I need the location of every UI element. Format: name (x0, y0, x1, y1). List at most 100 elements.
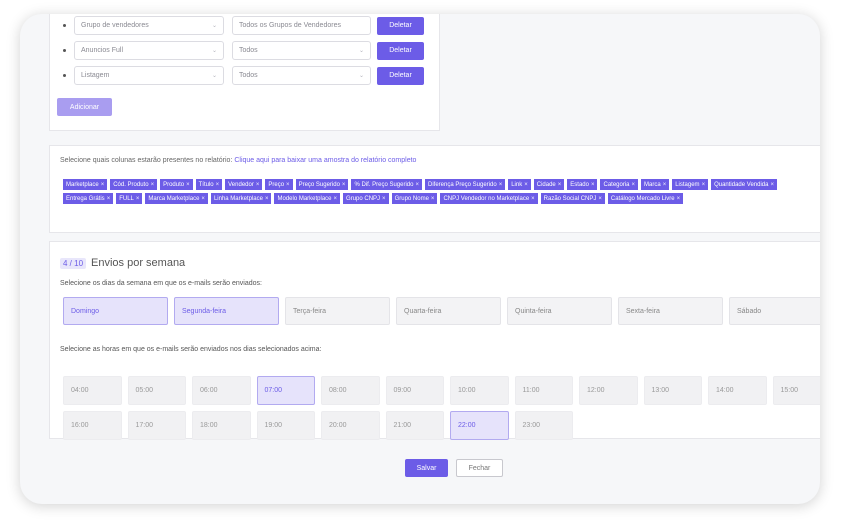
column-tag-label: Marca Marketplace (148, 195, 200, 202)
day-option[interactable]: Segunda-feira (174, 297, 279, 325)
day-option[interactable]: Terça-feira (285, 297, 390, 325)
filter-value-select[interactable]: Todos ⌄ (232, 66, 371, 85)
hour-option[interactable]: 11:00 (514, 376, 573, 405)
hour-option[interactable]: 16:00 (63, 411, 122, 440)
column-tag: Razão Social CNPJ × (540, 193, 605, 204)
remove-tag-icon[interactable]: × (531, 196, 535, 202)
filter-field-value: Anuncios Full (81, 47, 124, 54)
hour-option[interactable]: 07:00 (256, 376, 315, 405)
hour-option[interactable]: 14:00 (708, 376, 767, 405)
column-tag-label: Título (198, 181, 214, 188)
hour-option[interactable]: 04:00 (63, 376, 122, 405)
column-tag-label: Grupo Nome (394, 195, 429, 202)
filter-field-select[interactable]: Grupo de vendedores ⌄ (74, 16, 224, 35)
remove-tag-icon[interactable]: × (286, 182, 290, 188)
column-tag-label: % Dif. Preço Sugerido (354, 181, 414, 188)
hour-option[interactable]: 12:00 (579, 376, 638, 405)
hour-option[interactable]: 19:00 (256, 411, 315, 440)
hour-option[interactable]: 21:00 (385, 411, 444, 440)
hour-option[interactable]: 05:00 (127, 376, 186, 405)
remove-tag-icon[interactable]: × (499, 182, 503, 188)
remove-tag-icon[interactable]: × (632, 182, 636, 188)
column-tag: Modelo Marketplace × (274, 193, 341, 204)
remove-tag-icon[interactable]: × (558, 182, 562, 188)
column-tag: Grupo Nome × (391, 193, 438, 204)
filter-field-value: Grupo de vendedores (81, 22, 149, 29)
filter-field-select[interactable]: Anuncios Full ⌄ (74, 41, 224, 60)
remove-tag-icon[interactable]: × (415, 182, 419, 188)
day-option[interactable]: Sexta-feira (618, 297, 723, 325)
remove-tag-icon[interactable]: × (342, 182, 346, 188)
remove-tag-icon[interactable]: × (663, 182, 667, 188)
columns-instructions: Selecione quais colunas estarão presente… (60, 157, 416, 164)
column-tag: Vendedor × (225, 179, 263, 190)
column-tag: FULL × (116, 193, 143, 204)
column-tag: Listagem × (672, 179, 709, 190)
column-tag: Entrega Grátis × (63, 193, 114, 204)
remove-tag-icon[interactable]: × (201, 196, 205, 202)
column-tag-label: Quantidade Vendida (714, 181, 769, 188)
hour-option[interactable]: 06:00 (192, 376, 251, 405)
bullet (63, 49, 66, 52)
hour-option[interactable]: 08:00 (321, 376, 380, 405)
remove-tag-icon[interactable]: × (677, 196, 681, 202)
remove-tag-icon[interactable]: × (382, 196, 386, 202)
column-tag-label: Marketplace (66, 181, 99, 188)
column-tag: Marca Marketplace × (145, 193, 208, 204)
day-option[interactable]: Domingo (63, 297, 168, 325)
remove-tag-icon[interactable]: × (591, 182, 595, 188)
sends-count-badge: 4 / 10 (60, 257, 87, 269)
day-option[interactable]: Sábado (729, 297, 820, 325)
remove-tag-icon[interactable]: × (334, 196, 338, 202)
filter-row: Anuncios Full ⌄ Todos ⌄ Deletar (60, 41, 424, 60)
remove-tag-icon[interactable]: × (151, 182, 155, 188)
footer-actions: Salvar Fechar (405, 459, 503, 477)
filter-field-select[interactable]: Listagem ⌄ (74, 66, 224, 85)
remove-tag-icon[interactable]: × (431, 196, 435, 202)
column-tag: Link × (508, 179, 531, 190)
delete-filter-button[interactable]: Deletar (377, 41, 424, 60)
close-button[interactable]: Fechar (456, 459, 503, 477)
remove-tag-icon[interactable]: × (101, 182, 105, 188)
chevron-down-icon: ⌄ (358, 48, 364, 54)
save-button[interactable]: Salvar (405, 459, 448, 477)
remove-tag-icon[interactable]: × (702, 182, 706, 188)
remove-tag-icon[interactable]: × (598, 196, 602, 202)
day-option[interactable]: Quarta-feira (396, 297, 501, 325)
remove-tag-icon[interactable]: × (265, 196, 269, 202)
hour-option[interactable]: 22:00 (450, 411, 509, 440)
column-tag: Preço × (265, 179, 293, 190)
column-tag-label: Cidade (536, 181, 556, 188)
hour-option[interactable]: 09:00 (385, 376, 444, 405)
column-tag: Quantidade Vendida × (711, 179, 777, 190)
hours-selector: 04:00 05:00 06:00 07:00 08:00 09:00 10:00 11:00… (63, 376, 820, 440)
column-tag-label: Grupo CNPJ (346, 195, 381, 202)
column-tag: Grupo CNPJ × (343, 193, 389, 204)
column-tag-label: FULL (119, 195, 134, 202)
hour-option[interactable]: 20:00 (321, 411, 380, 440)
hour-option[interactable]: 23:00 (514, 411, 573, 440)
column-tag-label: Listagem (675, 181, 700, 188)
add-filter-button[interactable]: Adicionar (57, 98, 112, 116)
remove-tag-icon[interactable]: × (136, 196, 140, 202)
remove-tag-icon[interactable]: × (524, 182, 528, 188)
hour-option[interactable]: 13:00 (643, 376, 702, 405)
hour-option[interactable]: 18:00 (192, 411, 251, 440)
hour-option[interactable]: 17:00 (127, 411, 186, 440)
filter-value-select[interactable]: Todos ⌄ (232, 41, 371, 60)
delete-filter-button[interactable]: Deletar (377, 66, 424, 85)
filter-row: Listagem ⌄ Todos ⌄ Deletar (60, 66, 424, 85)
remove-tag-icon[interactable]: × (216, 182, 220, 188)
remove-tag-icon[interactable]: × (256, 182, 260, 188)
delete-filter-button[interactable]: Deletar (377, 16, 424, 35)
hour-option[interactable]: 15:00 (772, 376, 820, 405)
filter-value-select[interactable]: Todos os Grupos de Vendedores (232, 16, 371, 35)
remove-tag-icon[interactable]: × (186, 182, 190, 188)
remove-tag-icon[interactable]: × (770, 182, 774, 188)
day-option[interactable]: Quinta-feira (507, 297, 612, 325)
remove-tag-icon[interactable]: × (107, 196, 111, 202)
hour-option[interactable]: 10:00 (450, 376, 509, 405)
column-tag-label: Vendedor (228, 181, 254, 188)
sample-download-link[interactable]: Clique aqui para baixar uma amostra do r… (234, 157, 416, 164)
schedule-panel: 4 / 10 Envios por semana Selecione os di… (49, 241, 820, 440)
